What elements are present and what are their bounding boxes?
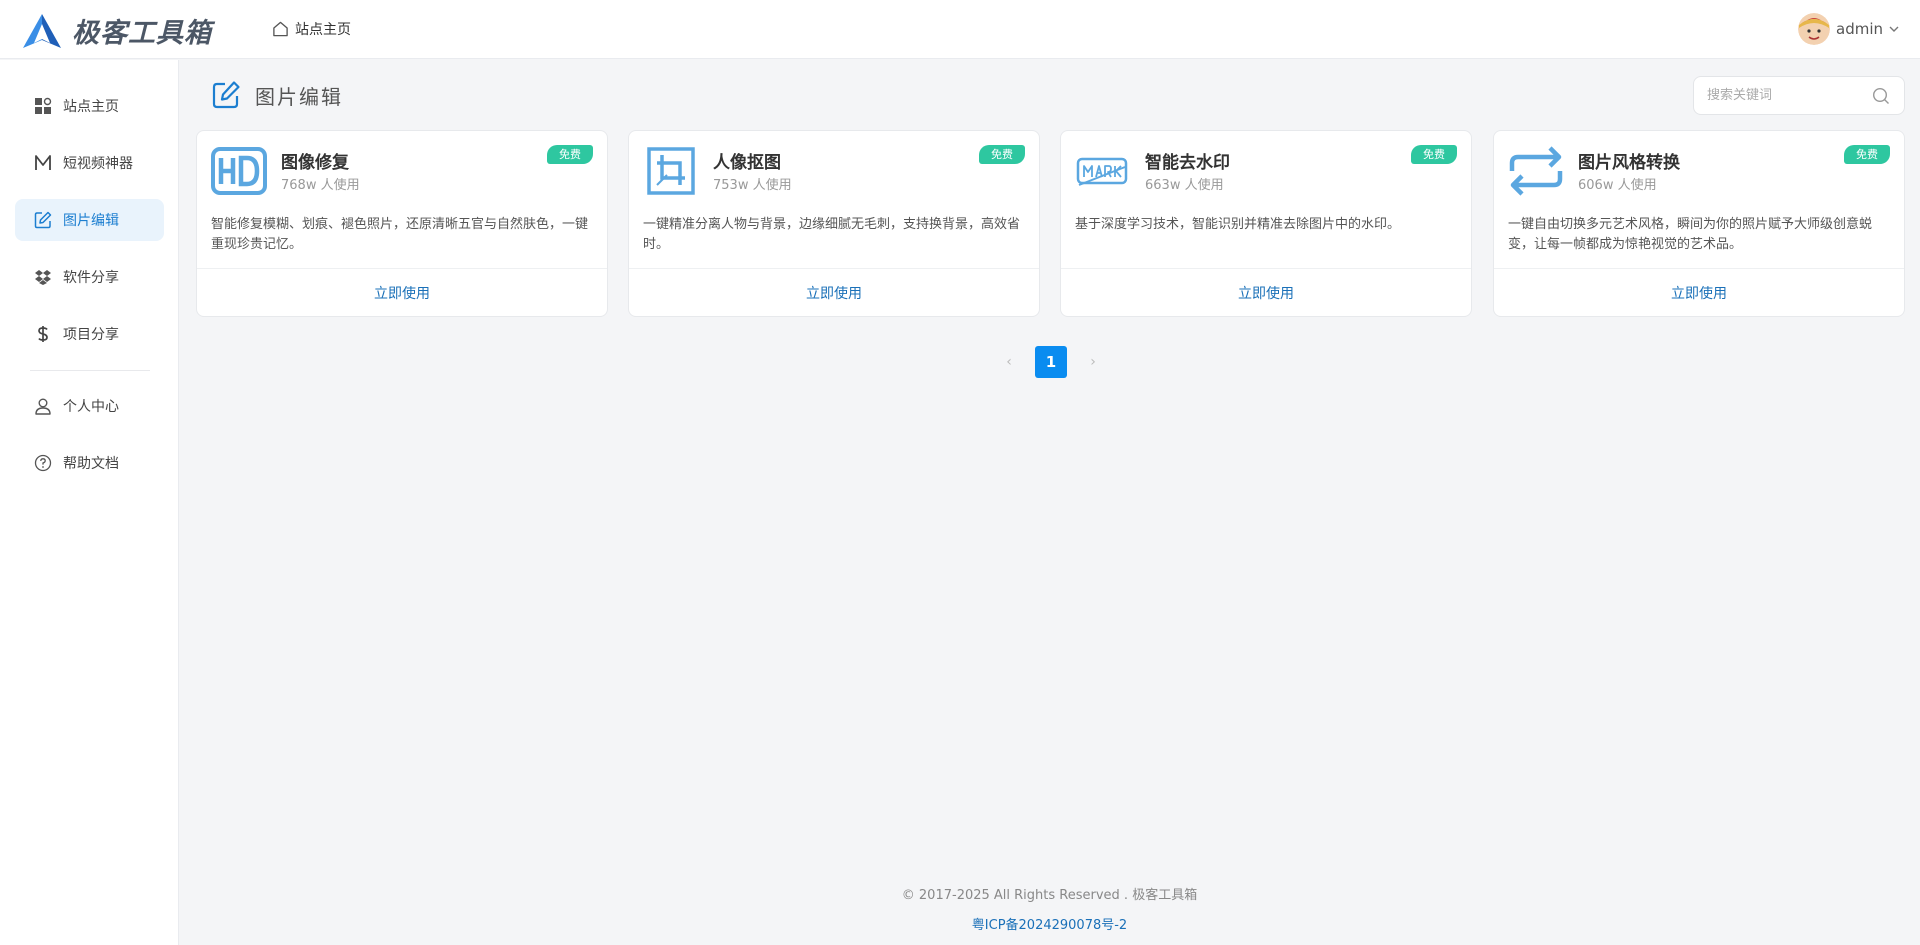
sidebar-item-short-video[interactable]: 短视频神器 (15, 142, 164, 184)
icp-link[interactable]: 粤ICP备2024290078号-2 (179, 914, 1920, 933)
sidebar-item-image-edit[interactable]: 图片编辑 (15, 199, 164, 241)
copyright-text: © 2017-2025 All Rights Reserved . 极客工具箱 (901, 888, 1198, 903)
page-title: 图片编辑 (211, 80, 343, 110)
card-description: 智能修复模糊、划痕、褪色照片，还原清晰五官与自然肤色，一键重现珍贵记忆。 (211, 217, 589, 252)
sidebar-item-label: 短视频神器 (63, 156, 133, 172)
tool-card-portrait-cutout[interactable]: 人像抠图 753w 人使用 免费 一键精准分离人物与背景，边缘细腻无毛刺，支持换… (628, 130, 1040, 317)
sidebar-item-profile[interactable]: 个人中心 (15, 385, 164, 427)
sidebar-item-label: 图片编辑 (63, 213, 119, 229)
card-description: 一键自由切换多元艺术风格，瞬间为你的照片赋予大师级创意蜕变，让每一帧都成为惊艳视… (1508, 217, 1873, 252)
sidebar: 站点主页 短视频神器 图片编辑 软件分享 项目分享 个人中心 帮助文档 (0, 60, 179, 945)
repeat-icon (1509, 146, 1563, 196)
logo-icon (23, 13, 61, 48)
use-now-button[interactable]: 立即使用 (1494, 268, 1904, 316)
top-header: 极客工具箱 站点主页 admin (0, 0, 1920, 59)
username: admin (1836, 20, 1883, 38)
card-title: 智能去水印 (1145, 153, 1230, 173)
avatar (1798, 13, 1830, 45)
sidebar-item-label: 项目分享 (63, 327, 119, 343)
pagination: ‹ 1 › (995, 346, 1107, 378)
user-menu[interactable]: admin (1798, 13, 1900, 45)
m-letter-icon (35, 155, 51, 170)
chevron-down-icon (1889, 26, 1899, 32)
use-now-button[interactable]: 立即使用 (197, 268, 607, 316)
sidebar-item-label: 个人中心 (63, 399, 119, 415)
use-now-button[interactable]: 立即使用 (629, 268, 1039, 316)
help-icon (34, 454, 52, 472)
logo[interactable]: 极客工具箱 (22, 11, 212, 50)
edit-icon (212, 81, 240, 109)
hd-icon (211, 147, 267, 195)
tool-card-watermark-removal[interactable]: 智能去水印 663w 人使用 免费 基于深度学习技术，智能识别并精准去除图片中的… (1060, 130, 1472, 317)
sidebar-item-help[interactable]: 帮助文档 (15, 442, 164, 484)
free-badge: 免费 (979, 145, 1025, 164)
tool-card-image-repair[interactable]: 图像修复 768w 人使用 免费 智能修复模糊、划痕、褪色照片，还原清晰五官与自… (196, 130, 608, 317)
sidebar-divider (30, 370, 150, 371)
dashboard-icon (35, 97, 52, 114)
sidebar-item-label: 站点主页 (63, 99, 119, 115)
dollar-icon (38, 326, 48, 342)
crop-icon (647, 147, 695, 195)
free-badge: 免费 (1411, 145, 1457, 164)
sidebar-item-label: 软件分享 (63, 270, 119, 286)
page-number-current[interactable]: 1 (1035, 346, 1067, 378)
sidebar-item-projects[interactable]: 项目分享 (15, 313, 164, 355)
free-badge: 免费 (547, 145, 593, 164)
dropbox-icon (35, 270, 51, 285)
sidebar-item-home[interactable]: 站点主页 (15, 85, 164, 127)
card-title: 图像修复 (281, 153, 349, 173)
next-page-button[interactable]: › (1079, 346, 1107, 378)
top-home-link[interactable]: 站点主页 (272, 19, 351, 39)
tool-card-style-transfer[interactable]: 图片风格转换 606w 人使用 免费 一键自由切换多元艺术风格，瞬间为你的照片赋… (1493, 130, 1905, 317)
card-usage-count: 606w 人使用 (1578, 178, 1657, 193)
home-icon (273, 21, 288, 37)
sidebar-item-software[interactable]: 软件分享 (15, 256, 164, 298)
user-icon (35, 398, 51, 415)
prev-page-button[interactable]: ‹ (995, 346, 1023, 378)
free-badge: 免费 (1844, 145, 1890, 164)
card-title: 人像抠图 (713, 153, 781, 173)
search-input[interactable] (1707, 77, 1867, 114)
card-usage-count: 768w 人使用 (281, 178, 360, 193)
search-icon[interactable] (1872, 87, 1890, 105)
watermark-icon (1076, 157, 1128, 186)
card-title: 图片风格转换 (1578, 153, 1680, 173)
use-now-button[interactable]: 立即使用 (1061, 268, 1471, 316)
top-home-label: 站点主页 (295, 22, 351, 38)
sidebar-item-label: 帮助文档 (63, 456, 119, 472)
page-title-text: 图片编辑 (255, 84, 343, 109)
card-description: 一键精准分离人物与背景，边缘细腻无毛刺，支持换背景，高效省时。 (643, 217, 1021, 252)
card-usage-count: 663w 人使用 (1145, 178, 1224, 193)
search-box (1693, 76, 1905, 115)
logo-text: 极客工具箱 (72, 18, 212, 49)
card-description: 基于深度学习技术，智能识别并精准去除图片中的水印。 (1075, 217, 1401, 232)
card-usage-count: 753w 人使用 (713, 178, 792, 193)
edit-icon (34, 211, 52, 229)
